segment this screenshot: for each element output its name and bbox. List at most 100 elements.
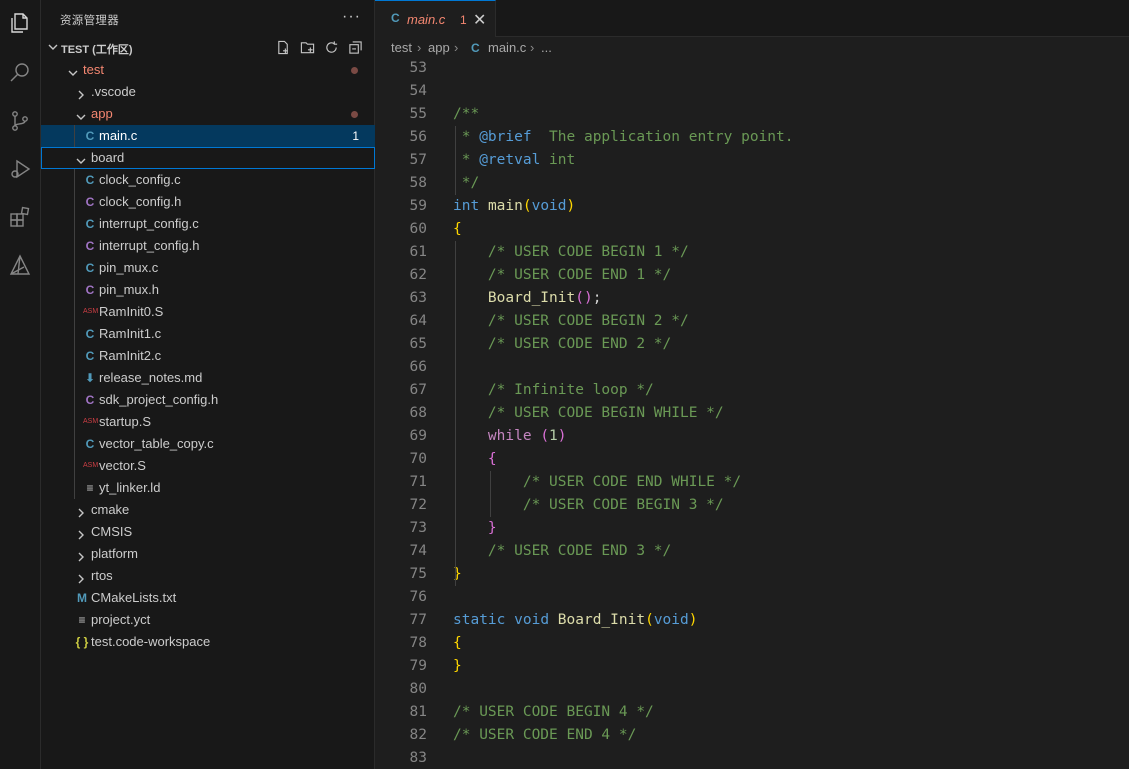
line-number: 55 (409, 106, 427, 122)
chevron-right-icon: › (417, 40, 422, 55)
breadcrumb-item-test[interactable]: test (391, 37, 412, 59)
file-item[interactable]: ASM vector.S (41, 455, 375, 477)
folder-item[interactable]: board (41, 147, 375, 169)
folder-item[interactable]: app (41, 103, 375, 125)
line-number: 82 (409, 727, 427, 743)
code-text: while (1) (487, 428, 567, 444)
code-line: 62 /* USER CODE END 1 */ (375, 264, 1129, 287)
code-line: 56 * @brief The application entry point. (375, 126, 1129, 149)
chevron-right-icon (75, 504, 87, 518)
breadcrumb-item-main-c[interactable]: main.c (488, 37, 526, 59)
c-file-icon: C (391, 11, 400, 25)
folder-item[interactable]: cmake (41, 499, 375, 521)
more-actions-icon[interactable]: ··· (342, 8, 361, 26)
workspace-header[interactable]: TEST (工作区) (41, 37, 375, 59)
chevron-down-icon (75, 152, 87, 164)
breadcrumb-item-app[interactable]: app (428, 37, 450, 59)
file-item[interactable]: Cvector_table_copy.c (41, 433, 375, 455)
code-text: /* USER CODE BEGIN WHILE */ (487, 405, 724, 421)
file-item[interactable]: ASM startup.S (41, 411, 375, 433)
line-number: 78 (409, 635, 427, 651)
item-label: startup.S (99, 414, 152, 429)
indent-guide (74, 257, 75, 279)
refresh-icon[interactable] (323, 39, 339, 55)
extensions-icon[interactable] (5, 202, 35, 232)
code-line: 82 /* USER CODE END 4 */ (375, 724, 1129, 747)
source-control-icon[interactable] (5, 106, 35, 136)
file-item[interactable]: Cpin_mux.c (41, 257, 375, 279)
asm-file-icon: ASM (83, 308, 99, 315)
file-item[interactable]: { } test.code-workspace (41, 631, 375, 653)
file-item[interactable]: Cclock_config.h (41, 191, 375, 213)
run-debug-icon[interactable] (5, 154, 35, 184)
close-icon[interactable]: ✕ (473, 10, 486, 30)
folder-item[interactable]: CMSIS (41, 521, 375, 543)
code-line: 60 { (375, 218, 1129, 241)
folder-item[interactable]: platform (41, 543, 375, 565)
code-line: 58 */ (375, 172, 1129, 195)
code-editor[interactable]: 53 54 55 /** 56 * @brief The application ent… (375, 59, 1129, 769)
item-label: RamInit2.c (99, 348, 162, 363)
new-folder-icon[interactable] (299, 39, 315, 55)
indent-guide (74, 323, 75, 345)
c-file-icon: C (85, 173, 95, 187)
chevron-right-icon (75, 86, 87, 100)
collapse-all-icon[interactable] (347, 39, 363, 55)
indent-guide (74, 345, 75, 367)
asm-file-icon: ASM (83, 418, 99, 425)
indent-guide (74, 191, 75, 213)
c-file-icon: C (85, 327, 95, 341)
item-label: RamInit1.c (99, 326, 162, 341)
folder-item[interactable]: test (41, 59, 375, 81)
file-item[interactable]: Cinterrupt_config.h (41, 235, 375, 257)
file-item[interactable]: Cpin_mux.h (41, 279, 375, 301)
line-number: 68 (409, 405, 427, 421)
code-text: /* USER CODE BEGIN 2 */ (487, 313, 689, 329)
code-line: 83 (375, 747, 1129, 769)
file-item[interactable]: ≡ project.yct (41, 609, 375, 631)
file-tree: test .vscode app Cmain.c 1 board Cclock_config… (41, 59, 375, 653)
chevron-down-icon (67, 64, 79, 76)
code-text: * @retval int (453, 152, 576, 168)
line-number: 53 (409, 60, 427, 76)
activity-bar (0, 0, 41, 769)
folder-item[interactable]: .vscode (41, 81, 375, 103)
file-item[interactable]: M CMakeLists.txt (41, 587, 375, 609)
chevron-right-icon (75, 526, 87, 540)
code-text: /* USER CODE BEGIN 1 */ (487, 244, 689, 260)
line-number: 59 (409, 198, 427, 214)
file-item[interactable]: C RamInit2.c (41, 345, 375, 367)
code-text: /* Infinite loop */ (487, 382, 654, 398)
file-item[interactable]: Cmain.c 1 (41, 125, 375, 147)
explorer-icon[interactable] (5, 8, 35, 38)
code-line: 61 /* USER CODE BEGIN 1 */ (375, 241, 1129, 264)
breadcrumb-item-symbols[interactable]: ... (541, 37, 552, 59)
file-item[interactable]: ⬇ release_notes.md (41, 367, 375, 389)
file-item[interactable]: ASM RamInit0.S (41, 301, 375, 323)
item-label: platform (91, 546, 138, 561)
code-line: 78 { (375, 632, 1129, 655)
tab-label: main.c (407, 12, 446, 27)
file-item[interactable]: ≡ yt_linker.ld (41, 477, 375, 499)
c-file-icon: C (85, 261, 95, 275)
file-item[interactable]: Cclock_config.c (41, 169, 375, 191)
file-item[interactable]: C RamInit1.c (41, 323, 375, 345)
code-text: /* USER CODE END WHILE */ (522, 474, 742, 490)
new-file-icon[interactable] (275, 39, 291, 55)
code-line: 74 /* USER CODE END 3 */ (375, 540, 1129, 563)
tab-main-c[interactable]: C main.c 1 ✕ (375, 0, 496, 37)
line-number: 69 (409, 428, 427, 444)
code-text: Board_Init(); (487, 290, 602, 306)
item-label: yt_linker.ld (99, 480, 161, 495)
code-line: 81 /* USER CODE BEGIN 4 */ (375, 701, 1129, 724)
file-item[interactable]: Csdk_project_config.h (41, 389, 375, 411)
search-icon[interactable] (5, 58, 35, 88)
folder-item[interactable]: rtos (41, 565, 375, 587)
item-label: clock_config.c (99, 172, 181, 187)
cmake-icon[interactable] (5, 250, 35, 280)
breadcrumb: test › app › C main.c › ... (375, 37, 1129, 59)
problem-count-badge: 1 (460, 13, 467, 27)
line-number: 70 (409, 451, 427, 467)
file-item[interactable]: Cinterrupt_config.c (41, 213, 375, 235)
chevron-right-icon (75, 570, 87, 584)
